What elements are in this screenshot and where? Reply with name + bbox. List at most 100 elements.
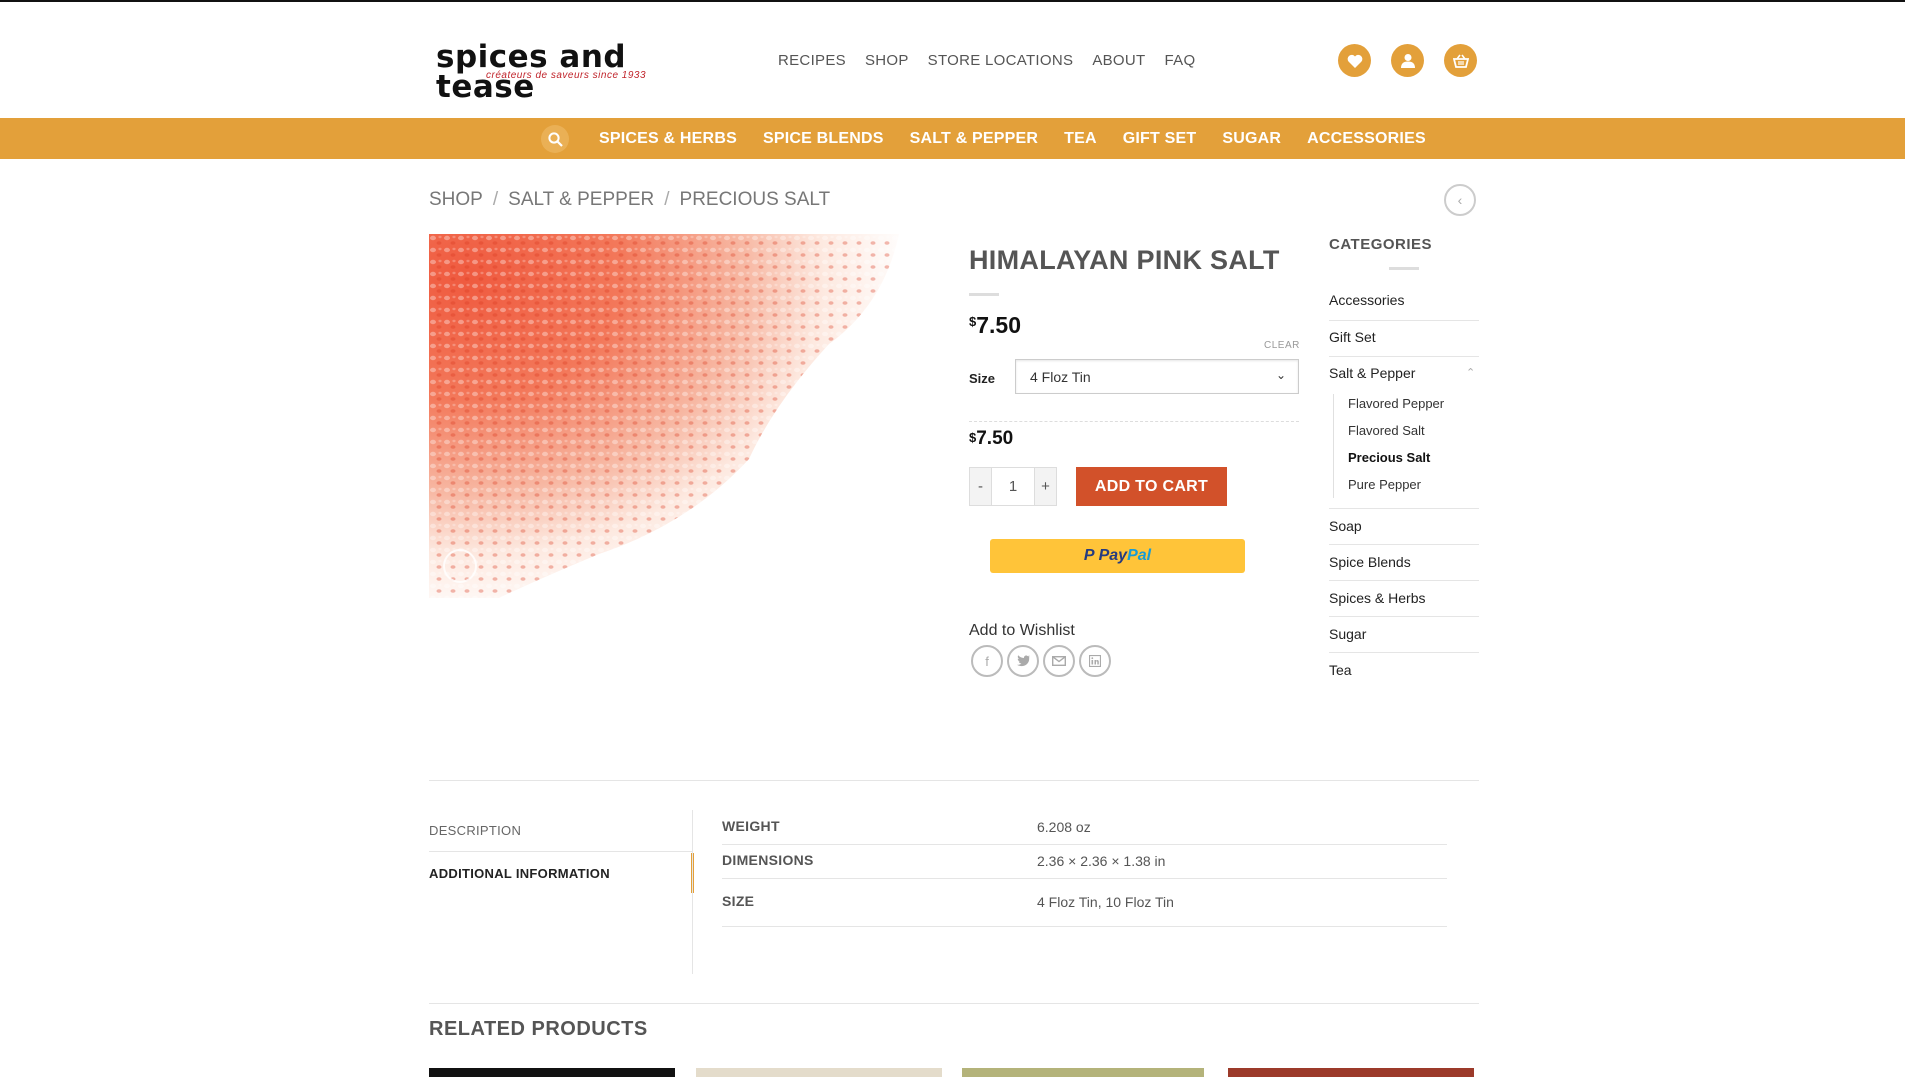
chevron-left-icon: ‹ bbox=[1457, 192, 1463, 208]
quantity-stepper: - 1 + bbox=[969, 467, 1057, 506]
tab-additional-information[interactable]: ADDITIONAL INFORMATION bbox=[429, 866, 610, 881]
sidebar-item-salt-pepper[interactable]: Salt & Pepper bbox=[1329, 356, 1479, 381]
cat-accessories[interactable]: ACCESSORIES bbox=[1307, 130, 1426, 148]
site-logo[interactable]: spices and tease créateurs de saveurs si… bbox=[436, 42, 736, 103]
attribute-value: 4 Floz Tin, 10 Floz Tin bbox=[1037, 894, 1174, 910]
user-icon bbox=[1400, 54, 1415, 68]
previous-product-button[interactable]: ‹ bbox=[1444, 184, 1476, 216]
sidebar-subitem-precious-salt[interactable]: Precious Salt bbox=[1348, 450, 1430, 465]
wishlist-button[interactable] bbox=[1338, 44, 1371, 77]
attribute-row: WEIGHT 6.208 oz bbox=[722, 818, 1447, 845]
product-title: HIMALAYAN PINK SALT bbox=[969, 245, 1280, 275]
cat-spice-blends[interactable]: SPICE BLENDS bbox=[763, 130, 884, 148]
breadcrumb-shop[interactable]: SHOP bbox=[429, 189, 483, 211]
size-label: Size bbox=[969, 371, 996, 386]
attribute-key: WEIGHT bbox=[722, 818, 780, 834]
cart-button[interactable] bbox=[1444, 44, 1477, 77]
add-to-wishlist-link[interactable]: Add to Wishlist bbox=[969, 622, 1075, 640]
related-product-thumbnail[interactable] bbox=[429, 1068, 675, 1077]
sidebar-heading: CATEGORIES bbox=[1329, 236, 1433, 253]
variation-price: $7.50 bbox=[969, 428, 1013, 450]
zoom-icon[interactable] bbox=[443, 549, 477, 583]
cat-tea[interactable]: TEA bbox=[1064, 130, 1097, 148]
tab-divider bbox=[429, 851, 693, 852]
currency-symbol: $ bbox=[969, 430, 977, 445]
paypal-button[interactable]: P Pay Pal bbox=[990, 539, 1245, 573]
sidebar-item-soap[interactable]: Soap bbox=[1329, 508, 1479, 534]
site-header: spices and tease créateurs de saveurs si… bbox=[0, 2, 1905, 118]
cat-sugar[interactable]: SUGAR bbox=[1222, 130, 1281, 148]
paypal-pal-text: Pal bbox=[1127, 547, 1152, 564]
variation-divider bbox=[969, 421, 1299, 422]
sidebar-item-spices-herbs[interactable]: Spices & Herbs bbox=[1329, 580, 1479, 606]
pink-salt-photo bbox=[429, 234, 941, 598]
size-select[interactable]: 4 Floz Tin ⌄ bbox=[1015, 359, 1299, 394]
sidebar-item-gift-set[interactable]: Gift Set bbox=[1329, 320, 1479, 345]
attribute-value: 6.208 oz bbox=[1037, 819, 1091, 835]
category-nav: SPICES & HERBS SPICE BLENDS SALT & PEPPE… bbox=[599, 130, 1426, 148]
search-icon bbox=[547, 131, 563, 147]
search-button[interactable] bbox=[541, 125, 569, 153]
submenu-line bbox=[1333, 394, 1334, 498]
share-icons: f bbox=[971, 645, 1111, 677]
sidebar-item-spice-blends[interactable]: Spice Blends bbox=[1329, 544, 1479, 570]
attribute-row: DIMENSIONS 2.36 × 2.36 × 1.38 in bbox=[722, 852, 1447, 879]
attribute-row: SIZE 4 Floz Tin, 10 Floz Tin bbox=[722, 893, 1447, 927]
related-product-thumbnail[interactable] bbox=[962, 1068, 1204, 1077]
size-selected-value: 4 Floz Tin bbox=[1030, 369, 1091, 385]
sidebar-subitem-flavored-salt[interactable]: Flavored Salt bbox=[1348, 423, 1425, 438]
chevron-down-icon: ⌄ bbox=[1275, 368, 1286, 382]
paypal-logo-icon: P bbox=[1083, 547, 1095, 564]
cat-spices-herbs[interactable]: SPICES & HERBS bbox=[599, 130, 737, 148]
sidebar-item-tea[interactable]: Tea bbox=[1329, 652, 1479, 678]
email-icon[interactable] bbox=[1043, 645, 1075, 677]
related-product-thumbnail[interactable] bbox=[696, 1068, 942, 1077]
nav-about[interactable]: ABOUT bbox=[1092, 52, 1145, 69]
logo-tagline: créateurs de saveurs since 1933 bbox=[486, 70, 647, 81]
currency-symbol: $ bbox=[969, 314, 977, 329]
add-to-cart-button[interactable]: ADD TO CART bbox=[1076, 467, 1227, 506]
nav-faq[interactable]: FAQ bbox=[1165, 52, 1196, 69]
category-bar: SPICES & HERBS SPICE BLENDS SALT & PEPPE… bbox=[0, 118, 1905, 159]
quantity-decrease-button[interactable]: - bbox=[970, 468, 992, 505]
twitter-icon[interactable] bbox=[1007, 645, 1039, 677]
sidebar-item-accessories[interactable]: Accessories bbox=[1329, 292, 1479, 308]
quantity-increase-button[interactable]: + bbox=[1034, 468, 1056, 505]
sidebar-subitem-pure-pepper[interactable]: Pure Pepper bbox=[1348, 477, 1421, 492]
title-divider bbox=[969, 293, 999, 296]
cat-gift-set[interactable]: GIFT SET bbox=[1123, 130, 1197, 148]
header-icons bbox=[1338, 44, 1477, 77]
account-button[interactable] bbox=[1391, 44, 1424, 77]
quantity-input[interactable]: 1 bbox=[992, 468, 1034, 505]
nav-store-locations[interactable]: STORE LOCATIONS bbox=[928, 52, 1074, 69]
breadcrumb-separator: / bbox=[492, 189, 499, 210]
breadcrumb: SHOP / SALT & PEPPER / PRECIOUS SALT bbox=[429, 189, 830, 211]
chevron-up-icon[interactable]: ⌃ bbox=[1466, 366, 1475, 379]
related-product-thumbnail[interactable] bbox=[1228, 1068, 1474, 1077]
nav-shop[interactable]: SHOP bbox=[865, 52, 909, 69]
sidebar-subitem-flavored-pepper[interactable]: Flavored Pepper bbox=[1348, 396, 1444, 411]
tab-description[interactable]: DESCRIPTION bbox=[429, 823, 521, 838]
attribute-value: 2.36 × 2.36 × 1.38 in bbox=[1037, 853, 1166, 869]
basket-icon bbox=[1452, 54, 1469, 68]
product-image[interactable] bbox=[429, 234, 941, 598]
breadcrumb-separator: / bbox=[664, 189, 670, 210]
attribute-key: SIZE bbox=[722, 893, 755, 909]
linkedin-icon[interactable] bbox=[1079, 645, 1111, 677]
section-divider bbox=[429, 1003, 1479, 1004]
paypal-pay-text: Pay bbox=[1098, 547, 1128, 564]
cat-salt-pepper[interactable]: SALT & PEPPER bbox=[910, 130, 1039, 148]
sidebar-heading-divider bbox=[1389, 267, 1419, 270]
tab-column-divider bbox=[692, 810, 693, 974]
top-nav: RECIPES SHOP STORE LOCATIONS ABOUT FAQ bbox=[778, 52, 1195, 69]
sidebar-item-sugar[interactable]: Sugar bbox=[1329, 616, 1479, 642]
related-products-heading: RELATED PRODUCTS bbox=[429, 1018, 648, 1040]
attribute-key: DIMENSIONS bbox=[722, 852, 814, 868]
breadcrumb-precious-salt: PRECIOUS SALT bbox=[679, 189, 831, 210]
clear-selection-link[interactable]: CLEAR bbox=[1264, 340, 1300, 351]
breadcrumb-salt-pepper[interactable]: SALT & PEPPER bbox=[508, 189, 654, 211]
section-divider bbox=[429, 780, 1479, 781]
nav-recipes[interactable]: RECIPES bbox=[778, 52, 846, 69]
facebook-icon[interactable]: f bbox=[971, 645, 1003, 677]
heart-icon bbox=[1347, 54, 1362, 68]
